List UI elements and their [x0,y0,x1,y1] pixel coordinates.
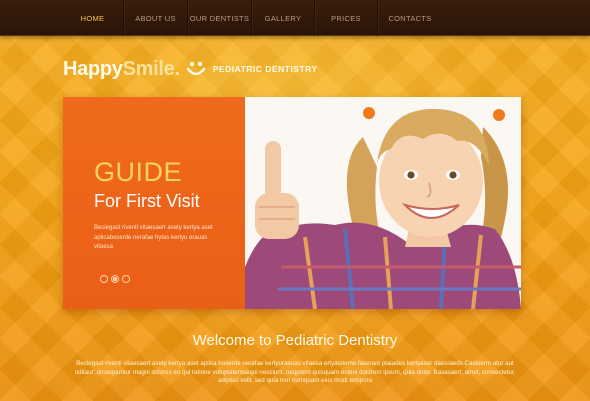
logo-text-happy: Happy [63,57,123,80]
slide-heading: GUIDE [94,157,183,187]
nav-item-about-us[interactable]: ABOUT US [124,0,188,36]
slider-dot-2[interactable] [111,275,119,283]
nav-item-contacts[interactable]: CONTACTS [378,0,442,36]
slider-dot-3[interactable] [122,275,130,283]
welcome-paragraph: Beciegast riventi vitaesaert asety kerty… [74,360,516,384]
nav-item-prices[interactable]: PRICES [315,0,378,36]
site-logo[interactable]: Happy Smile. PEDIATRIC DENTISTRY [63,55,318,83]
logo-tagline: PEDIATRIC DENTISTRY [212,64,318,74]
nav-item-gallery[interactable]: GALLERY [252,0,315,36]
nav-item-our-dentists[interactable]: OUR DENTISTS [188,0,252,36]
nav-item-home[interactable]: HOME [62,0,124,36]
slide-subheading: For First Visit [94,191,200,211]
slide-text-panel: GUIDE For First Visit Beciegast riventi … [63,97,245,309]
welcome-heading: Welcome to Pediatric Dentistry [192,332,398,349]
girl-thumbs-up-photo [245,97,521,309]
top-navigation: HOME ABOUT US OUR DENTISTS GALLERY PRICE… [0,0,590,36]
photo-illustration [245,97,521,309]
slide-description: Beciegast riventi vitaesaert asety kerty… [94,225,213,250]
nav-menu: HOME ABOUT US OUR DENTISTS GALLERY PRICE… [62,0,442,36]
smiley-icon [186,61,206,76]
logo-text-smile: Smile. [122,57,180,80]
page: HOME ABOUT US OUR DENTISTS GALLERY PRICE… [0,0,590,401]
slider-dot-1[interactable] [100,275,108,283]
slider-pagination [100,275,130,283]
hero-slider: GUIDE For First Visit Beciegast riventi … [63,97,521,309]
